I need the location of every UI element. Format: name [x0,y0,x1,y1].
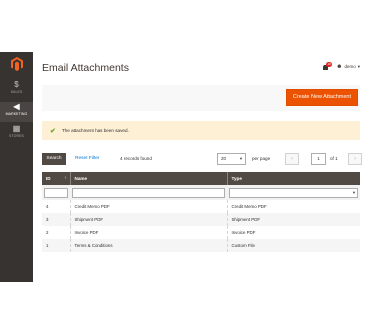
create-new-attachment-button[interactable]: Create New Attachment [285,89,358,106]
page-actions-bar: Create New Attachment [42,85,360,111]
store-icon: ▦ [12,124,21,133]
filter-row: ▼ [42,185,360,200]
records-count: 4 records found [120,156,152,161]
table-row[interactable]: 1 Terms & Conditions Custom File [42,239,360,252]
row-id: 3 [42,213,71,226]
previous-page-button[interactable]: ‹ [285,153,299,165]
sort-arrow-icon: ↑ [64,175,67,180]
sidebar-item-stores[interactable]: ▦ STORES [0,124,33,144]
row-id: 1 [42,239,71,252]
main-content: Email Attachments 10 ☻ demo ▾ Create New… [33,52,374,282]
success-message: ✔ The attachment has been saved. [42,121,360,140]
sidebar: $ SALES ◀ MARKETING ▦ STORES [0,52,33,282]
page-number-input[interactable]: 1 [311,153,326,165]
chevron-down-icon: ▾ [357,63,360,69]
id-filter-input[interactable] [44,187,68,198]
chevron-down-icon: ▼ [352,189,356,195]
next-page-button[interactable]: › [348,153,362,165]
row-type: Invoice PDF [227,226,360,239]
row-name: Terms & Conditions [70,239,228,252]
page-title: Email Attachments [42,62,129,74]
attachments-table: ID ↑ Name Type ▼ 4 Credit Memo PDF Credi… [42,172,360,252]
sidebar-item-sales[interactable]: $ SALES [0,80,33,100]
megaphone-icon: ◀ [13,102,20,111]
reset-filter-link[interactable]: Reset Filter [75,153,100,165]
header-actions: 10 ☻ demo ▾ [323,62,360,70]
row-type: Custom File [227,239,360,252]
table-header-row: ID ↑ Name Type [42,172,360,185]
table-row[interactable]: 4 Credit Memo PDF Credit Memo PDF [42,200,360,213]
admin-frame: $ SALES ◀ MARKETING ▦ STORES Email Attac… [0,52,374,282]
sidebar-item-label: MARKETING [5,112,28,116]
chevron-down-icon: ▼ [239,156,243,161]
per-page-label: per page [252,156,271,161]
success-message-text: The attachment has been saved. [61,128,129,133]
magento-logo-icon[interactable] [0,52,33,76]
row-type: Credit Memo PDF [227,200,360,213]
notifications-bell-icon[interactable]: 10 [323,62,333,70]
type-filter-select[interactable]: ▼ [229,187,358,198]
sidebar-item-marketing[interactable]: ◀ MARKETING [0,102,33,122]
search-button[interactable]: Search [42,153,66,165]
notifications-count-badge: 10 [326,62,333,67]
row-name: Credit Memo PDF [70,200,228,213]
user-menu[interactable]: ☻ demo ▾ [336,64,360,70]
user-name: demo [344,64,356,69]
row-name: Shipment PDF [70,213,228,226]
sidebar-item-label: STORES [9,134,24,138]
checkmark-icon: ✔ [50,127,56,135]
row-id: 4 [42,200,71,213]
user-icon: ☻ [336,63,343,70]
row-type: Shipment PDF [227,213,360,226]
row-name: Invoice PDF [70,226,228,239]
per-page-select[interactable]: 20 ▼ [217,153,246,165]
name-filter-input[interactable] [72,187,225,198]
sidebar-item-label: SALES [10,90,23,94]
column-header-id[interactable]: ID ↑ [42,172,71,185]
dollar-icon: $ [14,80,19,89]
table-row[interactable]: 3 Shipment PDF Shipment PDF [42,213,360,226]
column-header-name[interactable]: Name [70,172,228,185]
per-page-value: 20 [221,156,227,161]
table-row[interactable]: 2 Invoice PDF Invoice PDF [42,226,360,239]
row-id: 2 [42,226,71,239]
page-total: of 1 [330,156,338,161]
attachments-grid: ID ↑ Name Type ▼ 4 Credit Memo PDF Credi… [42,172,360,252]
grid-toolbar: Search Reset Filter 4 records found 20 ▼… [42,153,362,165]
column-header-type[interactable]: Type [227,172,360,185]
